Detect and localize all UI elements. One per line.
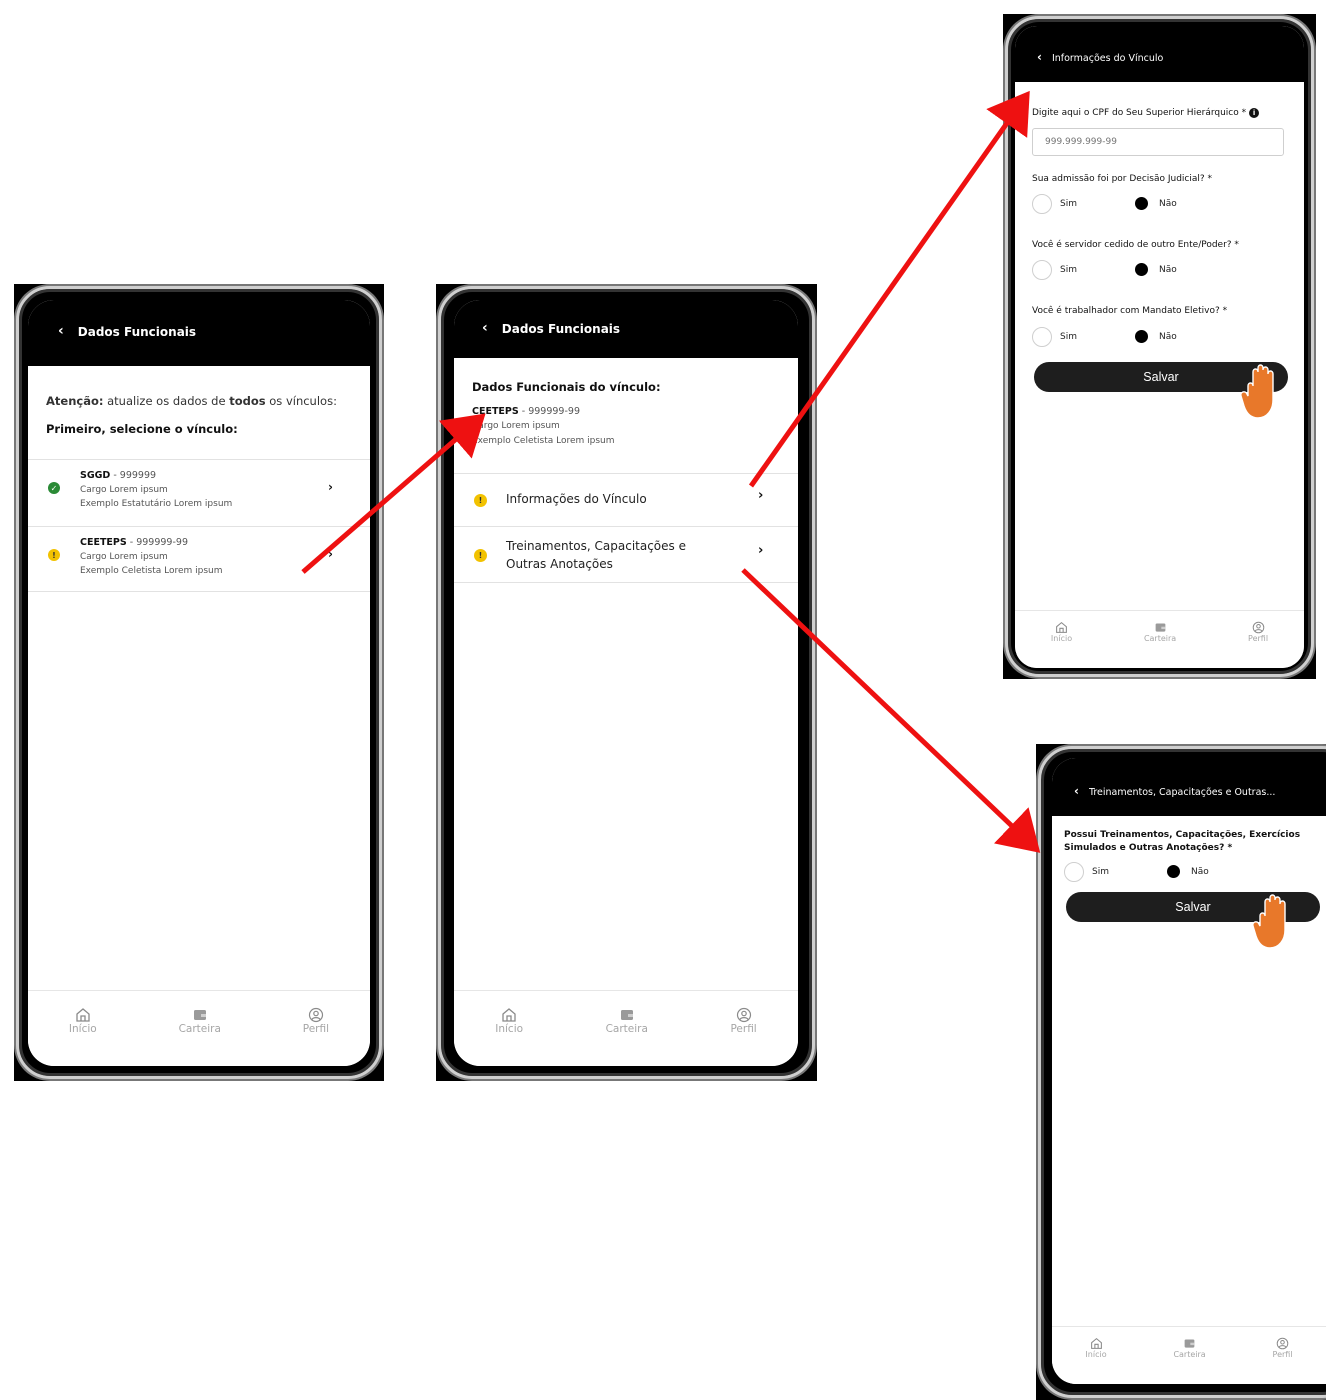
arrow-to-treinamentos	[741, 568, 1041, 853]
arrow-to-informacoes	[748, 90, 1030, 488]
arrow-to-detail	[301, 413, 486, 574]
flow-arrows	[301, 90, 1041, 853]
